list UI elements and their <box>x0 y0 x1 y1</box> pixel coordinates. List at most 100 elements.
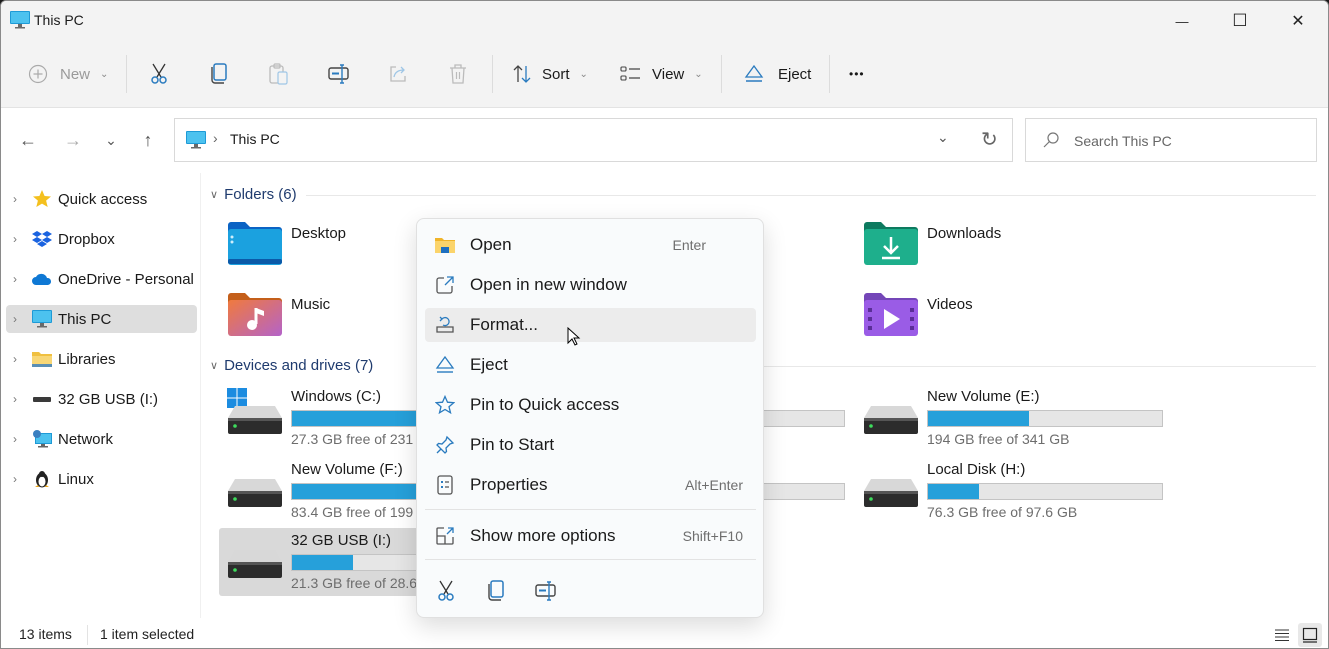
menu-item-pin-quick-access[interactable]: Pin to Quick access <box>425 388 756 422</box>
sort-label: Sort <box>542 65 570 83</box>
share-icon <box>390 66 406 82</box>
sidebar-item-onedrive[interactable]: › OneDrive - Personal <box>6 265 197 293</box>
drive-local-disk-h[interactable]: Local Disk (H:) 76.3 GB free of 97.6 GB <box>855 457 1163 527</box>
window-title: This PC <box>34 12 84 28</box>
menu-cut-button[interactable] <box>432 577 460 605</box>
view-button[interactable]: View ⌄ <box>620 49 703 99</box>
chevron-right-icon[interactable]: › <box>13 392 17 406</box>
menu-item-open-new-window[interactable]: Open in new window <box>425 268 756 302</box>
up-arrow-icon: ↑ <box>143 129 153 150</box>
paste-button[interactable] <box>269 49 289 99</box>
sidebar-item-network[interactable]: › Network <box>6 425 197 453</box>
menu-copy-button[interactable] <box>482 577 510 605</box>
sidebar-label: Linux <box>58 470 94 488</box>
drive-free-space: 194 GB free of 341 GB <box>927 431 1070 447</box>
chevron-right-icon[interactable]: › <box>13 232 17 246</box>
menu-item-label: Show more options <box>470 526 616 545</box>
menu-item-open[interactable]: Open Enter <box>425 228 756 262</box>
menu-item-eject[interactable]: Eject <box>425 348 756 382</box>
delete-button[interactable] <box>448 49 468 99</box>
menu-rename-button[interactable] <box>532 577 560 605</box>
menu-item-shortcut: Enter <box>672 237 706 253</box>
eject-label: Eject <box>778 65 812 83</box>
search-box[interactable] <box>1025 118 1317 162</box>
details-view-button[interactable] <box>1270 623 1294 647</box>
properties-icon <box>437 475 453 495</box>
sidebar-item-quick-access[interactable]: › Quick access <box>6 185 197 213</box>
sidebar-item-usb-drive[interactable]: › 32 GB USB (I:) <box>6 385 197 413</box>
menu-item-format[interactable]: Format... <box>425 308 756 342</box>
sidebar-label: Dropbox <box>58 230 115 248</box>
drives-section-header[interactable]: ∨ Devices and drives (7) <box>210 357 373 374</box>
new-button[interactable]: New ⌄ <box>28 49 108 99</box>
folder-name: Downloads <box>927 225 1002 242</box>
close-button[interactable]: ✕ <box>1269 1 1327 41</box>
title-bar: This PC — ☐ ✕ <box>1 1 1328 41</box>
breadcrumb-separator-icon: › <box>213 130 218 146</box>
drive-free-space: 83.4 GB free of 199 <box>291 504 414 520</box>
forward-button[interactable]: → <box>61 125 85 155</box>
more-icon: ••• <box>849 67 865 81</box>
chevron-right-icon[interactable]: › <box>13 272 17 286</box>
copy-icon <box>488 580 504 601</box>
forward-arrow-icon: → <box>64 129 82 150</box>
show-more-icon <box>436 527 454 545</box>
folder-videos[interactable]: Videos <box>864 292 1104 354</box>
drive-usage-bar <box>927 483 1163 500</box>
sidebar-item-libraries[interactable]: › Libraries <box>6 345 197 373</box>
dropbox-icon <box>32 231 52 247</box>
command-bar: New ⌄ Sort ⌄ View ⌄ Eject ••• <box>1 49 1328 99</box>
toolbar-divider <box>721 55 722 93</box>
cut-icon <box>151 63 167 84</box>
top-area: This PC — ☐ ✕ New ⌄ Sort ⌄ View ⌄ Eject … <box>1 1 1328 108</box>
mouse-cursor-icon <box>567 327 581 346</box>
drive-new-volume-e[interactable]: New Volume (E:) 194 GB free of 341 GB <box>855 384 1163 454</box>
new-label: New <box>60 65 91 83</box>
chevron-right-icon[interactable]: › <box>13 352 17 366</box>
up-button[interactable]: ↑ <box>136 125 160 155</box>
selection-count: 1 item selected <box>100 626 195 642</box>
chevron-right-icon[interactable]: › <box>13 312 17 326</box>
large-icons-view-button[interactable] <box>1298 623 1322 647</box>
drive-name: New Volume (E:) <box>927 388 1040 405</box>
sidebar-label: This PC <box>58 310 112 328</box>
status-bar: 13 items 1 item selected <box>1 621 1328 648</box>
large-icons-view-icon <box>1302 627 1318 643</box>
folder-open-icon <box>435 238 455 253</box>
minimize-button[interactable]: — <box>1153 1 1211 41</box>
back-button[interactable]: ← <box>16 125 40 155</box>
chevron-right-icon[interactable]: › <box>13 432 17 446</box>
rename-button[interactable] <box>328 49 350 99</box>
sidebar-item-this-pc[interactable]: › This PC <box>6 305 197 333</box>
close-icon: ✕ <box>1291 13 1305 30</box>
copy-button[interactable] <box>209 49 229 99</box>
sidebar-label: Quick access <box>58 190 148 208</box>
sidebar-item-dropbox[interactable]: › Dropbox <box>6 225 197 253</box>
address-dropdown-icon[interactable]: ⌄ <box>937 129 949 146</box>
folders-section-header[interactable]: ∨ Folders (6) <box>210 186 297 203</box>
folder-downloads[interactable]: Downloads <box>864 221 1104 283</box>
menu-item-pin-start[interactable]: Pin to Start <box>425 428 756 462</box>
chevron-right-icon[interactable]: › <box>13 472 17 486</box>
more-options-button[interactable]: ••• <box>849 49 865 99</box>
menu-item-show-more-options[interactable]: Show more options Shift+F10 <box>425 519 756 553</box>
section-divider <box>764 366 1316 367</box>
recent-locations-button[interactable]: ⌄ <box>99 125 123 155</box>
address-bar[interactable]: › This PC ⌄ ↻ <box>174 118 1013 162</box>
maximize-button[interactable]: ☐ <box>1211 1 1269 41</box>
sidebar-label: Libraries <box>58 350 116 368</box>
sidebar-item-linux[interactable]: › Linux <box>6 465 197 493</box>
pane-divider[interactable] <box>200 173 201 618</box>
sort-button[interactable]: Sort ⌄ <box>512 49 588 99</box>
chevron-down-icon: ∨ <box>210 189 219 201</box>
eject-button[interactable]: Eject <box>744 49 811 99</box>
share-button[interactable] <box>388 49 408 99</box>
menu-item-properties[interactable]: Properties Alt+Enter <box>425 468 756 502</box>
search-icon <box>1043 132 1059 148</box>
chevron-down-icon: ⌄ <box>579 68 588 80</box>
search-input[interactable] <box>1074 129 1304 153</box>
breadcrumb-this-pc[interactable]: This PC <box>230 131 280 147</box>
chevron-right-icon[interactable]: › <box>13 192 17 206</box>
cut-button[interactable] <box>149 49 169 99</box>
refresh-icon[interactable]: ↻ <box>981 127 998 152</box>
